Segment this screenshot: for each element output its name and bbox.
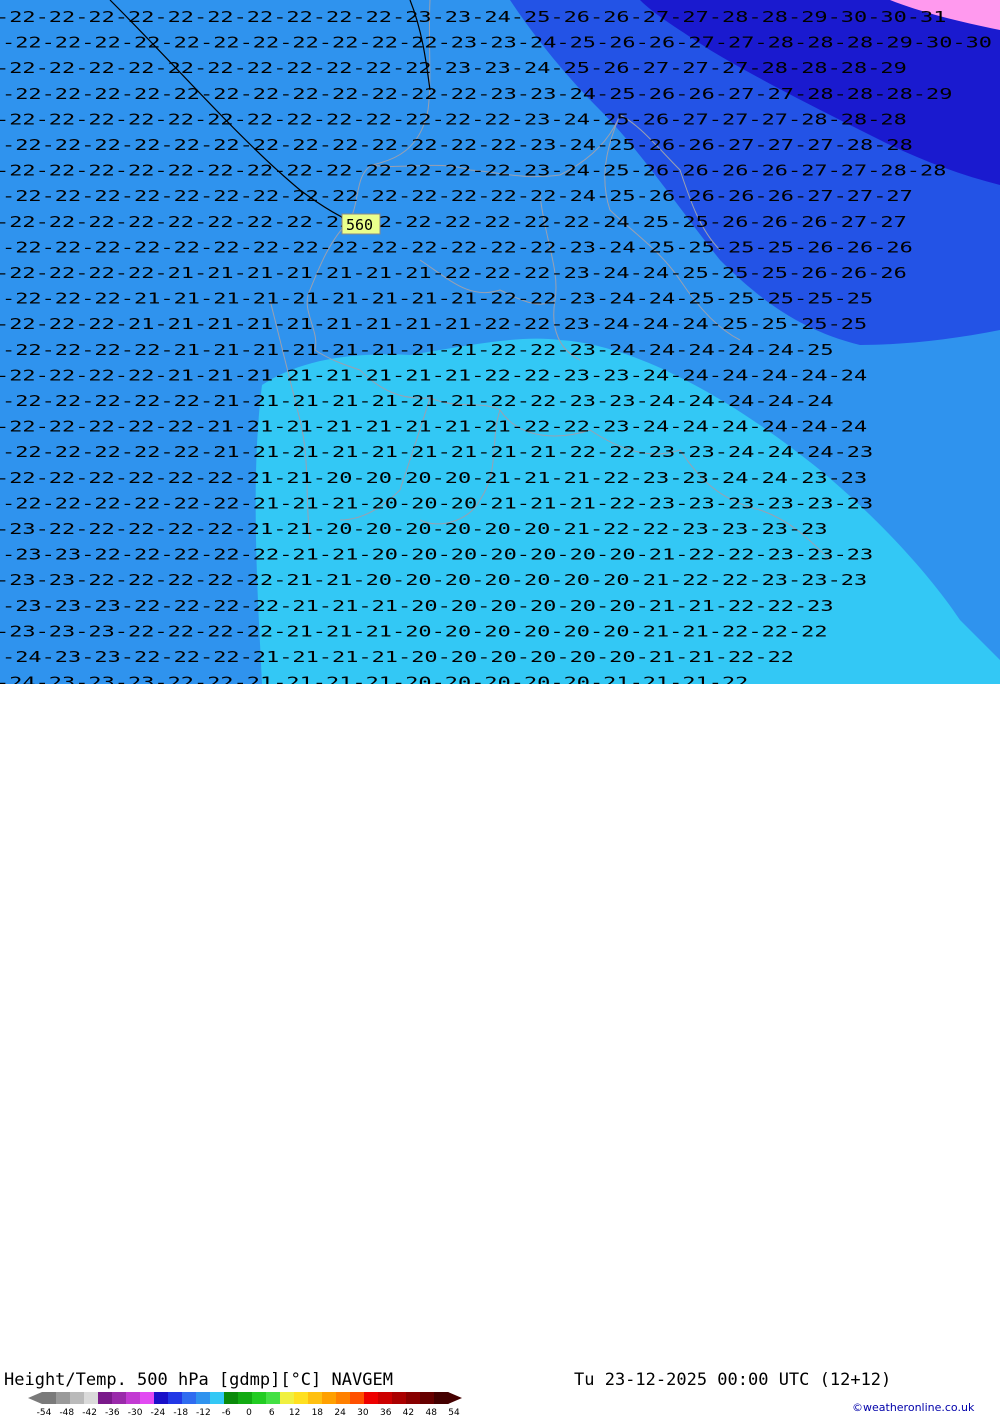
temperature-label-row: -23-23-22-22-22-22-22-21-21-20-20-20-20-… [0,571,867,589]
temperature-label-row: -22-22-22-21-21-21-21-21-21-21-21-21-22-… [0,315,867,333]
scale-cell [210,1392,225,1404]
scale-cell [56,1392,71,1404]
footer: Height/Temp. 500 hPa [gdmp][°C] NAVGEM T… [0,684,1000,1417]
scale-cell [112,1392,127,1404]
scale-cell [140,1392,155,1404]
temperature-label-row: -22-22-22-22-22-22-22-22-22-22-22-22-22-… [0,162,946,180]
scale-cell [294,1392,309,1404]
scale-arrow-left [28,1392,42,1404]
scale-tick-label: -12 [196,1408,211,1417]
temperature-label-row: -23-23-23-22-22-22-22-21-21-21-20-20-20-… [2,597,834,615]
scale-cell [70,1392,85,1404]
temperature-label-row: -22-22-22-22-21-21-21-21-21-21-21-22-22-… [0,264,907,282]
temperature-label-row: -22-22-22-22-22-22-22-22-22-22-22-22-23-… [2,85,952,103]
contour-label-560: 560 [346,216,373,234]
scale-cell [126,1392,141,1404]
scale-ticks: -54 -48 -42 -36 -30 -24 -18 -12 -6 0 6 12 18 24 30 36 42… [37,1408,460,1417]
scale-cell [196,1392,211,1404]
scale-tick-label: -30 [128,1408,143,1417]
scale-tick-label: -54 [37,1408,52,1417]
scale-cell [280,1392,295,1404]
scale-cells [28,1392,462,1404]
temperature-label-row: -22-22-22-21-21-21-21-21-21-21-21-21-22-… [2,290,873,308]
scale-cell [42,1392,57,1404]
scale-tick-label: -18 [173,1408,188,1417]
temperature-label-row: -22-22-22-22-22-22-22-22-22-22-22-23-23-… [0,59,907,77]
temperature-label-row: -24-23-23-23-22-22-21-21-21-21-20-20-20-… [0,674,748,684]
scale-cell [322,1392,337,1404]
scale-cell [84,1392,99,1404]
temperature-label-row: -22-22-22-22-21-21-21-21-21-21-21-21-22-… [0,366,867,384]
temperature-label-row: -22-22-22-22-22-22-22-22-22-22-22-23-23-… [2,34,992,52]
scale-cell [98,1392,113,1404]
temperature-label-row: -22-22-22-22-21-21-21-21-21-21-21-21-22-… [2,341,834,359]
scale-cell [336,1392,351,1404]
credit-link[interactable]: ©weatheronline.co.uk [852,1401,974,1414]
scale-tick-label: 54 [448,1408,460,1417]
temperature-label-row: -23-22-22-22-22-22-21-21-20-20-20-20-20-… [0,520,828,538]
scale-cell [434,1392,449,1404]
scale-tick-label: 30 [357,1408,369,1417]
scale-tick-label: 6 [269,1408,275,1417]
temperature-label-row: -22-22-22-22-22-22-22-22-22-22-22-22-22-… [0,213,907,231]
temperature-label-row: -22-22-22-22-22-22-22-22-22-22-23-23-24-… [0,8,946,26]
scale-tick-label: 18 [312,1408,324,1417]
temperature-label-row: -23-23-23-22-22-22-22-21-21-21-20-20-20-… [0,622,828,640]
temperature-label-row: -22-22-22-22-22-22-22-22-22-22-22-22-22-… [2,136,913,154]
scale-cell [182,1392,197,1404]
scale-cell [154,1392,169,1404]
scale-cell [252,1392,267,1404]
scale-cell [378,1392,393,1404]
scale-tick-label: -48 [59,1408,74,1417]
scale-tick-label: -24 [151,1408,166,1417]
temperature-label-row: -22-22-22-22-22-22-21-21-21-20-20-20-21-… [2,494,873,512]
color-scale: -54 -48 -42 -36 -30 -24 -18 -12 -6 0 6 12 18 24 30 36 42… [28,1392,462,1417]
scale-cell [350,1392,365,1404]
scale-tick-label: 48 [425,1408,437,1417]
temperature-label-row: -22-22-22-22-22-22-22-22-22-22-22-22-22-… [2,187,913,205]
scale-cell [406,1392,421,1404]
map-title: Height/Temp. 500 hPa [gdmp][°C] NAVGEM [4,1370,393,1390]
scale-cell [392,1392,407,1404]
scale-cell [238,1392,253,1404]
map-canvas: -22-22-22-22-22-22-22-22-22-22-23-23-24-… [0,0,1000,684]
temperature-label-row: -22-22-22-22-22-22-21-21-20-20-20-20-21-… [0,469,867,487]
scale-cell [308,1392,323,1404]
valid-time: Tu 23-12-2025 00:00 UTC (12+12) [574,1370,892,1390]
scale-tick-label: -6 [222,1408,231,1417]
temperature-label-row: -22-22-22-22-22-21-21-21-21-21-21-21-21-… [0,418,867,436]
scale-cell [364,1392,379,1404]
scale-tick-label: 24 [334,1408,346,1417]
scale-tick-label: 12 [289,1408,300,1417]
scale-tick-label: -36 [105,1408,120,1417]
weather-map: -22-22-22-22-22-22-22-22-22-22-23-23-24-… [0,0,1000,684]
scale-cell [168,1392,183,1404]
scale-tick-label: 0 [246,1408,252,1417]
temperature-label-row: -23-23-22-22-22-22-22-21-21-20-20-20-20-… [2,546,873,564]
scale-tick-label: 42 [403,1408,414,1417]
temperature-label-row: -22-22-22-22-22-22-22-22-22-22-22-22-22-… [0,110,907,128]
temperature-label-row: -24-23-23-22-22-22-21-21-21-21-20-20-20-… [2,648,794,666]
scale-cell [266,1392,281,1404]
temperature-label-row: -22-22-22-22-22-22-22-22-22-22-22-22-22-… [2,238,913,256]
scale-cell [420,1392,435,1404]
scale-arrow-right [448,1392,462,1404]
scale-tick-label: 36 [380,1408,392,1417]
temperature-label-row: -22-22-22-22-22-21-21-21-21-21-21-21-21-… [2,443,873,461]
temperature-label-row: -22-22-22-22-22-21-21-21-21-21-21-21-22-… [2,392,834,410]
scale-tick-label: -42 [82,1408,97,1417]
scale-cell [224,1392,239,1404]
